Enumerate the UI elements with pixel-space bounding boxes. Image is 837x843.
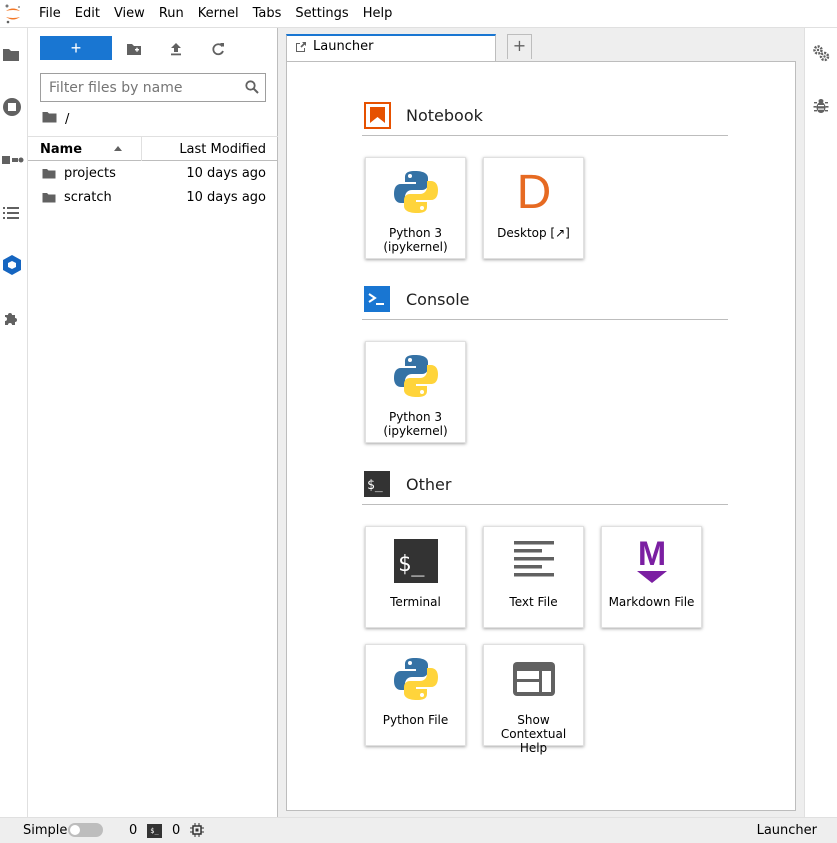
card-label: Desktop [↗] <box>497 226 570 240</box>
card-markdown-file[interactable]: M Markdown File <box>601 526 702 628</box>
card-desktop[interactable]: D Desktop [↗] <box>483 157 584 259</box>
notebook-icon <box>364 102 391 129</box>
card-python-file[interactable]: Python File <box>365 644 466 746</box>
folder-icon <box>42 168 56 183</box>
search-icon <box>245 80 259 98</box>
menu-help[interactable]: Help <box>356 0 400 28</box>
file-modified: 10 days ago <box>186 166 266 181</box>
kernels-count[interactable]: 0 <box>129 823 137 838</box>
file-name: projects <box>64 166 116 181</box>
simple-mode-label: Simple <box>23 823 68 838</box>
card-label: Text File <box>509 595 558 609</box>
file-browser-panel: + / Name Last Modified projects 10 <box>28 28 278 817</box>
folder-icon <box>42 192 56 207</box>
new-folder-icon[interactable] <box>123 38 145 60</box>
card-console-python3[interactable]: Python 3 (ipykernel) <box>365 341 466 443</box>
menu-edit[interactable]: Edit <box>68 0 107 28</box>
launcher-tab-icon <box>295 41 307 57</box>
launcher-panel: Notebook Python 3 (ipykernel) D Desktop … <box>286 61 796 811</box>
section-title: Console <box>406 290 470 309</box>
file-name: scratch <box>64 190 112 205</box>
contextual-help-icon <box>509 653 559 705</box>
svg-text:$_: $_ <box>367 478 383 493</box>
section-other: $_ Other <box>362 471 728 505</box>
sort-ascending-icon <box>114 146 122 151</box>
section-console: Console <box>362 286 728 320</box>
table-of-contents-icon[interactable] <box>0 199 28 227</box>
python-icon <box>391 653 441 705</box>
column-header-name[interactable]: Name <box>40 142 82 157</box>
svg-text:$_: $_ <box>398 552 425 577</box>
menu-run[interactable]: Run <box>152 0 191 28</box>
file-modified: 10 days ago <box>186 190 266 205</box>
svg-text:M: M <box>638 537 666 573</box>
card-label: Markdown File <box>608 595 695 609</box>
file-list-header: Name Last Modified <box>28 136 278 161</box>
card-notebook-python3[interactable]: Python 3 (ipykernel) <box>365 157 466 259</box>
column-divider[interactable] <box>141 137 142 161</box>
extension-manager-icon[interactable] <box>0 305 28 333</box>
new-launcher-button[interactable]: + <box>40 36 112 60</box>
tab-label: Launcher <box>313 39 374 54</box>
filter-box <box>40 73 266 102</box>
file-row-projects[interactable]: projects 10 days ago <box>28 162 278 186</box>
column-header-last-modified[interactable]: Last Modified <box>179 142 266 157</box>
terminals-count[interactable]: 0 <box>172 823 180 838</box>
right-activity-bar <box>801 28 837 817</box>
left-activity-bar <box>0 28 28 817</box>
main-dock-area: Launcher + Notebook Python 3 (ipykernel) <box>279 28 801 817</box>
section-title: Other <box>406 475 452 494</box>
toggle-knob <box>70 825 80 835</box>
cpu-kernel-icon[interactable] <box>190 823 204 841</box>
console-icon <box>364 286 390 312</box>
menu-view[interactable]: View <box>107 0 152 28</box>
card-terminal[interactable]: $_ Terminal <box>365 526 466 628</box>
breadcrumb-home-folder-icon[interactable] <box>42 111 57 127</box>
menu-kernel[interactable]: Kernel <box>191 0 246 28</box>
menu-bar: File Edit View Run Kernel Tabs Settings … <box>0 0 837 28</box>
section-notebook: Notebook <box>362 102 728 136</box>
simple-mode-toggle[interactable] <box>68 823 103 837</box>
card-contextual-help[interactable]: Show Contextual Help <box>483 644 584 755</box>
breadcrumb-path[interactable]: / <box>65 112 69 127</box>
add-tab-button[interactable]: + <box>507 34 532 59</box>
python-icon <box>391 350 441 402</box>
terminal-icon: $_ <box>391 535 441 587</box>
jupyter-logo-icon <box>2 0 24 28</box>
status-bar: Simple 0 $_ 0 Launcher <box>0 817 837 843</box>
hub-extension-icon[interactable] <box>0 251 28 279</box>
status-active-tab-label: Launcher <box>756 823 817 838</box>
file-browser-toolbar: + <box>40 36 270 60</box>
card-label: Python 3 (ipykernel) <box>383 226 448 254</box>
terminal-status-icon: $_ <box>147 824 162 838</box>
card-label: Show Contextual Help <box>500 713 567 755</box>
text-file-icon <box>509 535 559 587</box>
card-label: Terminal <box>390 595 441 609</box>
git-or-extension-icon[interactable] <box>0 146 28 174</box>
section-title: Notebook <box>406 106 483 125</box>
menu-file[interactable]: File <box>32 0 68 28</box>
card-text-file[interactable]: Text File <box>483 526 584 628</box>
folder-icon[interactable] <box>0 40 28 68</box>
filter-files-input[interactable] <box>49 79 239 97</box>
property-inspector-gears-icon[interactable] <box>812 44 830 66</box>
debugger-bug-icon[interactable] <box>813 98 829 118</box>
tab-launcher[interactable]: Launcher <box>286 34 496 61</box>
right-sidebar <box>804 28 837 817</box>
markdown-icon: M <box>627 535 677 587</box>
upload-icon[interactable] <box>165 38 187 60</box>
card-label: Python File <box>382 713 449 727</box>
menu-tabs[interactable]: Tabs <box>246 0 289 28</box>
python-icon <box>391 166 441 218</box>
other-terminal-icon: $_ <box>364 471 390 497</box>
running-sessions-icon[interactable] <box>0 93 28 121</box>
breadcrumb: / <box>42 111 69 127</box>
file-row-scratch[interactable]: scratch 10 days ago <box>28 186 278 210</box>
menu-settings[interactable]: Settings <box>288 0 355 28</box>
card-label: Python 3 (ipykernel) <box>383 410 448 438</box>
refresh-icon[interactable] <box>207 38 229 60</box>
desktop-d-icon: D <box>516 165 552 219</box>
